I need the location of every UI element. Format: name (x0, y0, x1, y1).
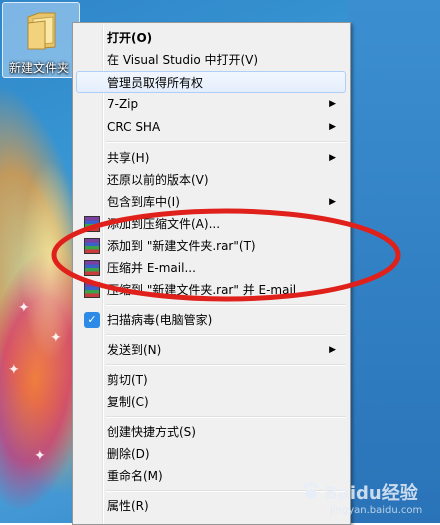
menu-item-add-to-rar[interactable]: 添加到 "新建文件夹.rar"(T) (76, 235, 346, 257)
watermark-text: Baidu经验 (324, 483, 418, 504)
submenu-arrow-icon: ▶ (329, 122, 336, 132)
menu-item-send-to[interactable]: 发送到(N) ▶ (76, 339, 346, 361)
menu-item-include-in-library[interactable]: 包含到库中(I) ▶ (76, 191, 346, 213)
watermark-url: jingyan.baidu.com (330, 505, 423, 516)
menu-separator (106, 416, 346, 418)
menu-item-crc-sha[interactable]: CRC SHA ▶ (76, 116, 346, 138)
winrar-icon (84, 282, 100, 298)
desktop-folder[interactable]: 新建文件夹 (2, 2, 80, 78)
sparkle-icon: ✦ (8, 362, 20, 378)
submenu-arrow-icon: ▶ (329, 197, 336, 207)
pc-manager-icon: ✓ (84, 312, 100, 328)
menu-item-take-ownership[interactable]: 管理员取得所有权 (76, 71, 346, 93)
menu-item-delete[interactable]: 删除(D) (76, 443, 346, 465)
submenu-arrow-icon: ▶ (329, 153, 336, 163)
menu-item-open[interactable]: 打开(O) (76, 27, 346, 49)
context-menu: 打开(O) 在 Visual Studio 中打开(V) 管理员取得所有权 7-… (72, 22, 351, 525)
menu-separator (106, 141, 346, 143)
menu-item-cut[interactable]: 剪切(T) (76, 369, 346, 391)
menu-item-create-shortcut[interactable]: 创建快捷方式(S) (76, 421, 346, 443)
submenu-arrow-icon: ▶ (329, 99, 336, 109)
menu-item-7zip[interactable]: 7-Zip ▶ (76, 93, 346, 115)
sparkle-icon: ✦ (50, 330, 62, 346)
sparkle-icon: ✦ (18, 300, 30, 316)
menu-item-copy[interactable]: 复制(C) (76, 391, 346, 413)
menu-item-scan-virus[interactable]: ✓ 扫描病毒(电脑管家) (76, 309, 346, 331)
menu-separator (106, 334, 346, 336)
menu-item-compress-and-email[interactable]: 压缩并 E-mail... (76, 257, 346, 279)
menu-item-compress-to-rar-and-email[interactable]: 压缩到 "新建文件夹.rar" 并 E-mail (76, 279, 346, 301)
menu-separator (106, 304, 346, 306)
menu-item-restore-previous-versions[interactable]: 还原以前的版本(V) (76, 169, 346, 191)
menu-separator (106, 364, 346, 366)
folder-icon (27, 12, 56, 50)
winrar-icon (84, 260, 100, 276)
winrar-icon (84, 216, 100, 232)
submenu-arrow-icon: ▶ (329, 345, 336, 355)
sparkle-icon: ✦ (34, 448, 46, 464)
menu-item-share[interactable]: 共享(H) ▶ (76, 147, 346, 169)
watermark: Baidu经验 (300, 477, 440, 505)
paw-icon (303, 481, 319, 499)
menu-item-open-in-visual-studio[interactable]: 在 Visual Studio 中打开(V) (76, 49, 346, 71)
folder-label[interactable]: 新建文件夹 (9, 59, 77, 76)
winrar-icon (84, 238, 100, 254)
menu-item-add-to-archive[interactable]: 添加到压缩文件(A)... (76, 213, 346, 235)
wallpaper-panel (348, 0, 440, 523)
